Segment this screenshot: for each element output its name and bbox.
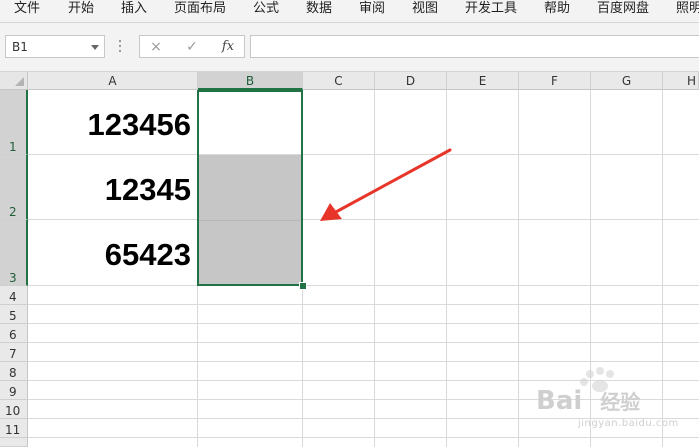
triangle-icon — [15, 77, 24, 86]
row-header-1[interactable]: 1 — [0, 90, 28, 155]
grid-line — [28, 361, 699, 362]
ribbon-menu: 文件 开始 插入 页面布局 公式 数据 审阅 视图 开发工具 帮助 百度网盘 照… — [0, 0, 699, 23]
column-header-c[interactable]: C — [303, 72, 375, 90]
name-box-value: B1 — [12, 40, 28, 54]
watermark-url: jingyan.baidu.com — [578, 418, 679, 429]
menu-data[interactable]: 数据 — [306, 0, 332, 22]
column-header-f[interactable]: F — [519, 72, 591, 90]
formula-input[interactable] — [250, 35, 699, 58]
grid-line — [518, 90, 519, 447]
menu-developer[interactable]: 开发工具 — [465, 0, 517, 22]
menu-insert[interactable]: 插入 — [121, 0, 147, 22]
row-header-8[interactable]: 8 — [0, 362, 28, 381]
selection-border — [197, 90, 303, 286]
cell-a3[interactable]: 65423 — [28, 222, 197, 287]
row-header-10[interactable]: 10 — [0, 400, 28, 419]
watermark-brand: Bai 经验 — [536, 386, 641, 416]
column-header-a[interactable]: A — [28, 72, 198, 90]
column-header-g[interactable]: G — [591, 72, 663, 90]
grid-line — [28, 437, 699, 438]
row-header-9[interactable]: 9 — [0, 381, 28, 400]
row-header-6[interactable]: 6 — [0, 324, 28, 343]
formula-buttons: × ✓ fx — [139, 35, 245, 58]
grid-line — [28, 323, 699, 324]
row-header-4[interactable]: 4 — [0, 286, 28, 305]
row-header-12[interactable] — [0, 438, 28, 447]
column-header-b[interactable]: B — [198, 72, 303, 90]
insert-function-button[interactable]: fx — [214, 38, 242, 56]
grid-line — [374, 90, 375, 447]
menu-file[interactable]: 文件 — [14, 0, 40, 22]
grid-line — [28, 342, 699, 343]
select-all-button[interactable] — [0, 72, 28, 90]
grid-line — [28, 304, 699, 305]
menu-review[interactable]: 审阅 — [359, 0, 385, 22]
column-header-h[interactable]: H — [663, 72, 699, 90]
chevron-down-icon[interactable] — [91, 45, 99, 50]
menu-home[interactable]: 开始 — [68, 0, 94, 22]
menu-lighting[interactable]: 照明 — [676, 0, 699, 22]
menu-help[interactable]: 帮助 — [544, 0, 570, 22]
menu-formulas[interactable]: 公式 — [253, 0, 279, 22]
row-header-5[interactable]: 5 — [0, 305, 28, 324]
column-header-d[interactable]: D — [375, 72, 447, 90]
menu-baidu-netdisk[interactable]: 百度网盘 — [597, 0, 649, 22]
name-box[interactable]: B1 — [5, 35, 105, 58]
menu-view[interactable]: 视图 — [412, 0, 438, 22]
formula-bar: B1 × ✓ fx — [0, 23, 699, 72]
check-icon[interactable]: ✓ — [178, 38, 206, 56]
grid-line — [446, 90, 447, 447]
row-header-3[interactable]: 3 — [0, 220, 28, 286]
menu-page-layout[interactable]: 页面布局 — [174, 0, 226, 22]
column-header-e[interactable]: E — [447, 72, 519, 90]
cancel-icon[interactable]: × — [142, 38, 170, 56]
row-header-2[interactable]: 2 — [0, 155, 28, 220]
cell-a2[interactable]: 12345 — [28, 157, 197, 222]
fill-handle[interactable] — [299, 282, 307, 290]
red-arrow-icon — [320, 148, 452, 221]
cell-a1[interactable]: 123456 — [28, 92, 197, 157]
row-header-11[interactable]: 11 — [0, 419, 28, 438]
row-header-7[interactable]: 7 — [0, 343, 28, 362]
drag-handle-icon[interactable] — [118, 40, 122, 54]
